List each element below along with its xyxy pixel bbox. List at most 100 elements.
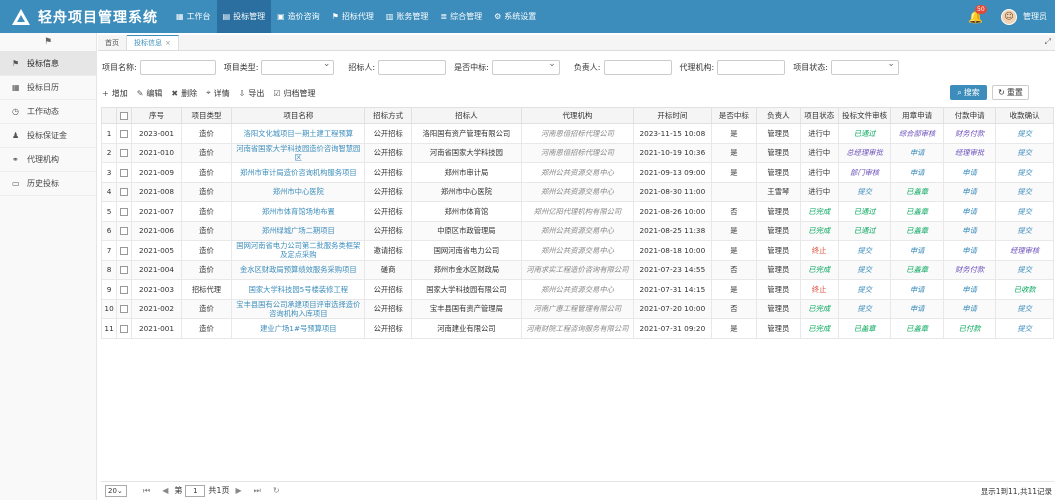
- cell-pay[interactable]: 申请: [942, 298, 997, 319]
- table-row[interactable]: 6 2021-006 造价 郑州绿城广场二期项目 公开招标 中原区市政管理局 郑州公共资源交…: [100, 220, 1054, 241]
- table-row[interactable]: 11 2021-001 造价 建业广场1#号预算项目 公开招标 河南建业有限公司 河南财院工…: [100, 318, 1054, 339]
- owner-input[interactable]: [603, 59, 672, 75]
- cell-seal[interactable]: 申请: [890, 298, 944, 319]
- cell-seal[interactable]: 已盖章: [890, 259, 944, 280]
- agency-input[interactable]: [717, 59, 786, 75]
- archive-button[interactable]: ☑ 归档管理: [273, 88, 315, 99]
- notification-bell-icon[interactable]: 🔔 50: [968, 4, 987, 24]
- cell-pay[interactable]: 申请: [942, 279, 997, 300]
- cell-seal[interactable]: 申请: [890, 240, 944, 261]
- cell-seal[interactable]: 已盖章: [890, 318, 944, 339]
- next-page-icon[interactable]: ▶: [235, 486, 241, 495]
- table-row[interactable]: 2 2021-010 造价 河南省国家大学科技园造价咨询智慧园区 公开招标 河南省国家大学…: [100, 142, 1054, 163]
- fullscreen-icon[interactable]: ⤢: [1045, 37, 1051, 47]
- nav-item-5[interactable]: ≣ 综合管理: [434, 0, 488, 33]
- cell-name[interactable]: 郑州绿城广场二期项目: [231, 220, 366, 241]
- cell-cb[interactable]: [116, 318, 133, 339]
- edit-button[interactable]: ✎ 编辑: [137, 88, 163, 99]
- delete-button[interactable]: ✖ 删除: [171, 88, 197, 99]
- nav-item-6[interactable]: ⚙ 系统设置: [488, 0, 542, 33]
- cell-seal[interactable]: 申请: [890, 142, 944, 163]
- cell-pay[interactable]: 财务付款: [942, 259, 997, 280]
- cell-seal[interactable]: 已盖章: [890, 201, 944, 222]
- cell-cb[interactable]: [116, 181, 133, 202]
- add-button[interactable]: + 增加: [102, 88, 128, 99]
- cell-recv[interactable]: 提交: [995, 298, 1054, 319]
- tab-home[interactable]: 首页: [98, 35, 127, 50]
- sidebar-item-5[interactable]: ▭ 历史投标: [0, 172, 96, 196]
- table-row[interactable]: 4 2021-008 造价 郑州市中心医院 公开招标 郑州市中心医院 郑州公共资源交易中心 2…: [100, 181, 1054, 202]
- row-checkbox[interactable]: [120, 129, 129, 138]
- column-header[interactable]: [116, 107, 133, 124]
- cell-name[interactable]: 国网河南省电力公司第二批服务类框架及定点采购: [231, 240, 366, 261]
- cell-audit[interactable]: 提交: [837, 298, 892, 319]
- table-row[interactable]: 7 2021-005 造价 国网河南省电力公司第二批服务类框架及定点采购 邀请招标 国网河…: [100, 240, 1054, 261]
- cell-cb[interactable]: [116, 279, 133, 300]
- sidebar-item-4[interactable]: ⚭ 代理机构: [0, 148, 96, 172]
- cell-pay[interactable]: 申请: [942, 201, 997, 222]
- sidebar-item-3[interactable]: ♟ 投标保证金: [0, 124, 96, 148]
- nav-item-2[interactable]: ▣ 造价咨询: [271, 0, 326, 33]
- page-size-select[interactable]: 20 ⌄: [105, 484, 127, 497]
- cell-pay[interactable]: 已付款: [942, 318, 997, 339]
- cell-name[interactable]: 郑州市审计局造价咨询机构服务项目: [231, 162, 366, 183]
- close-icon[interactable]: ×: [165, 39, 171, 47]
- cell-seal[interactable]: 已盖章: [890, 220, 944, 241]
- cell-name[interactable]: 郑州市体育馆场地布置: [231, 201, 366, 222]
- cell-recv[interactable]: 提交: [995, 142, 1054, 163]
- sidebar-item-2[interactable]: ◷ 工作动态: [0, 100, 96, 124]
- table-row[interactable]: 9 2021-003 招标代理 国家大学科技园5号楼装修工程 公开招标 国家大学科技园有限…: [100, 279, 1054, 300]
- tenderer-input[interactable]: [378, 59, 447, 75]
- cell-seal[interactable]: 已盖章: [890, 181, 944, 202]
- cell-pay[interactable]: 申请: [942, 220, 997, 241]
- cell-audit[interactable]: 总经理审批: [837, 142, 892, 163]
- sidebar-toggle-flag-icon[interactable]: ⚑: [0, 33, 96, 52]
- cell-recv[interactable]: 提交: [995, 318, 1054, 339]
- cell-recv[interactable]: 提交: [995, 181, 1054, 202]
- table-row[interactable]: 8 2021-004 造价 金水区财政局预算绩效服务采购项目 磋商 郑州市金水区财政局 河南…: [100, 259, 1054, 280]
- last-page-icon[interactable]: ⏭: [254, 486, 261, 496]
- cell-recv[interactable]: 提交: [995, 220, 1054, 241]
- status-select[interactable]: [830, 59, 899, 75]
- cell-cb[interactable]: [116, 220, 133, 241]
- first-page-icon[interactable]: ⏮: [143, 486, 150, 496]
- cell-audit[interactable]: 已盖章: [837, 318, 892, 339]
- cell-recv[interactable]: 提交: [995, 201, 1054, 222]
- row-checkbox[interactable]: [120, 246, 129, 255]
- table-row[interactable]: 10 2021-002 造价 宝丰县国有公司承建项目评审选择造价咨询机构入库项目 公开招…: [100, 298, 1054, 319]
- cell-audit[interactable]: 提交: [837, 279, 892, 300]
- reset-button[interactable]: ↻ 重置: [992, 85, 1029, 100]
- cell-seal[interactable]: 申请: [890, 279, 944, 300]
- cell-pay[interactable]: 申请: [942, 181, 997, 202]
- nav-item-0[interactable]: ▦ 工作台: [170, 0, 217, 33]
- detail-button[interactable]: ⌖ 详情: [206, 88, 230, 99]
- cell-name[interactable]: 郑州市中心医院: [231, 181, 366, 202]
- row-checkbox[interactable]: [120, 324, 129, 333]
- project-name-input[interactable]: [139, 59, 216, 75]
- cell-pay[interactable]: 财务付款: [942, 123, 997, 144]
- won-select[interactable]: [491, 59, 560, 75]
- user-avatar[interactable]: ☺: [1001, 8, 1017, 25]
- cell-recv[interactable]: 提交: [995, 123, 1054, 144]
- user-name[interactable]: 管理员: [1023, 11, 1047, 22]
- cell-name[interactable]: 洛阳文化城项目一期土建工程预算: [231, 123, 366, 144]
- cell-cb[interactable]: [116, 201, 133, 222]
- cell-pay[interactable]: 经理审批: [942, 142, 997, 163]
- cell-audit[interactable]: 部门审核: [837, 162, 892, 183]
- search-button[interactable]: ⌕ 搜索: [950, 85, 987, 100]
- export-button[interactable]: ⇩ 导出: [239, 88, 265, 99]
- table-row[interactable]: 5 2021-007 造价 郑州市体育馆场地布置 公开招标 郑州市体育馆 郑州亿阳代理机构有…: [100, 201, 1054, 222]
- tab-bid-info[interactable]: 投标信息 ×: [127, 35, 179, 50]
- table-row[interactable]: 1 2023-001 造价 洛阳文化城项目一期土建工程预算 公开招标 洛阳国有资产管理有限…: [100, 123, 1054, 144]
- row-checkbox[interactable]: [120, 188, 129, 197]
- cell-seal[interactable]: 申请: [890, 162, 944, 183]
- row-checkbox[interactable]: [120, 207, 129, 216]
- nav-item-3[interactable]: ⚑ 招标代理: [326, 0, 380, 33]
- cell-pay[interactable]: 申请: [942, 240, 997, 261]
- cell-cb[interactable]: [116, 142, 133, 163]
- cell-audit[interactable]: 提交: [837, 240, 892, 261]
- row-checkbox[interactable]: [120, 149, 129, 158]
- cell-recv[interactable]: 已收款: [995, 279, 1054, 300]
- cell-name[interactable]: 宝丰县国有公司承建项目评审选择造价咨询机构入库项目: [231, 298, 366, 319]
- cell-audit[interactable]: 已通过: [837, 123, 892, 144]
